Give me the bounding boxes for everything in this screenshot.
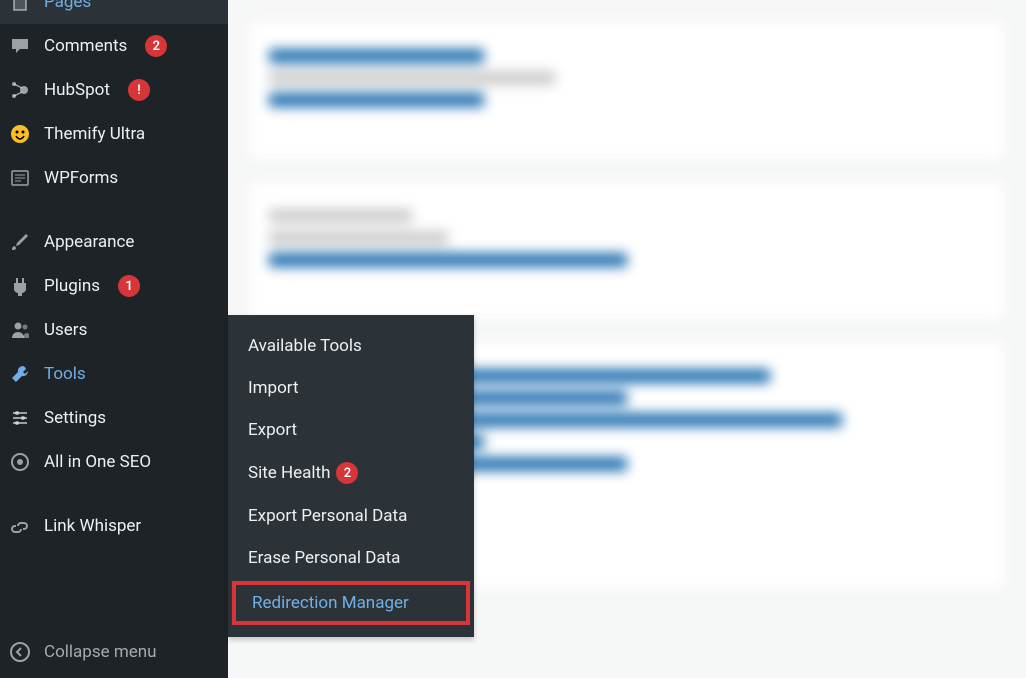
menu-separator [0,484,228,504]
submenu-item-available-tools[interactable]: Available Tools [228,325,474,367]
seo-icon [8,450,32,474]
submenu-item-export-personal-data[interactable]: Export Personal Data [228,495,474,537]
sidebar-item-label: WPForms [44,168,216,188]
users-icon [8,318,32,342]
wrench-icon [8,362,32,386]
sidebar-item-label: HubSpot [44,80,110,100]
sidebar-item-label: Appearance [44,232,216,252]
submenu-item-label: Import [248,378,299,398]
sidebar-item-plugins[interactable]: Plugins 1 [0,264,228,308]
tools-submenu: Available Tools Import Export Site Health 2 E… [228,315,474,637]
sidebar-item-label: Settings [44,408,216,428]
sidebar-item-hubspot[interactable]: HubSpot! [0,68,228,112]
sidebar-item-wpforms[interactable]: WPForms [0,156,228,200]
plugin-icon [8,274,32,298]
sidebar-item-all-in-one-seo[interactable]: All in One SEO [0,440,228,484]
sidebar-item-label: All in One SEO [44,452,216,472]
sidebar-item-users[interactable]: Users [0,308,228,352]
wpforms-icon [8,166,32,190]
notification-badge: 2 [145,35,167,57]
notification-badge: 1 [118,275,140,297]
submenu-item-site-health[interactable]: Site Health 2 [228,451,474,495]
menu-separator [0,200,228,220]
sidebar-item-settings[interactable]: Settings [0,396,228,440]
submenu-item-export[interactable]: Export [228,409,474,451]
notification-badge: 2 [336,462,358,484]
sidebar-item-label: Plugins [44,276,100,296]
brush-icon [8,230,32,254]
submenu-item-label: Redirection Manager [252,593,409,613]
submenu-item-label: Export [248,420,297,440]
admin-sidebar: Pages Comments 2 HubSpot! Themify Ultra WPFor… [0,0,228,678]
submenu-item-label: Site Health [248,463,330,483]
sidebar-item-pages[interactable]: Pages [0,0,228,24]
pages-icon [8,0,32,14]
comment-icon [8,34,32,58]
notification-badge: ! [128,79,150,101]
submenu-item-label: Erase Personal Data [248,548,400,568]
submenu-item-erase-personal-data[interactable]: Erase Personal Data [228,537,474,579]
sidebar-item-label: Themify Ultra [44,124,216,144]
linkwhisper-icon [8,514,32,538]
sidebar-item-label: Link Whisper [44,516,216,536]
sidebar-item-label: Tools [44,364,216,384]
collapse-label: Collapse menu [44,642,157,662]
sidebar-item-themify-ultra[interactable]: Themify Ultra [0,112,228,156]
sidebar-item-label: Pages [44,0,216,12]
sidebar-item-tools[interactable]: Tools [0,352,228,396]
settings-icon [8,406,32,430]
submenu-item-label: Export Personal Data [248,506,407,526]
collapse-icon [8,640,32,664]
sidebar-item-link-whisper[interactable]: Link Whisper [0,504,228,548]
submenu-item-redirection-manager[interactable]: Redirection Manager [232,581,470,625]
submenu-item-label: Available Tools [248,336,362,356]
sidebar-item-label: Comments [44,36,127,56]
sidebar-item-comments[interactable]: Comments 2 [0,24,228,68]
submenu-item-import[interactable]: Import [228,367,474,409]
hubspot-icon [8,78,32,102]
sidebar-item-label: Users [44,320,216,340]
collapse-menu-button[interactable]: Collapse menu [0,630,228,674]
sidebar-item-appearance[interactable]: Appearance [0,220,228,264]
themify-icon [8,122,32,146]
